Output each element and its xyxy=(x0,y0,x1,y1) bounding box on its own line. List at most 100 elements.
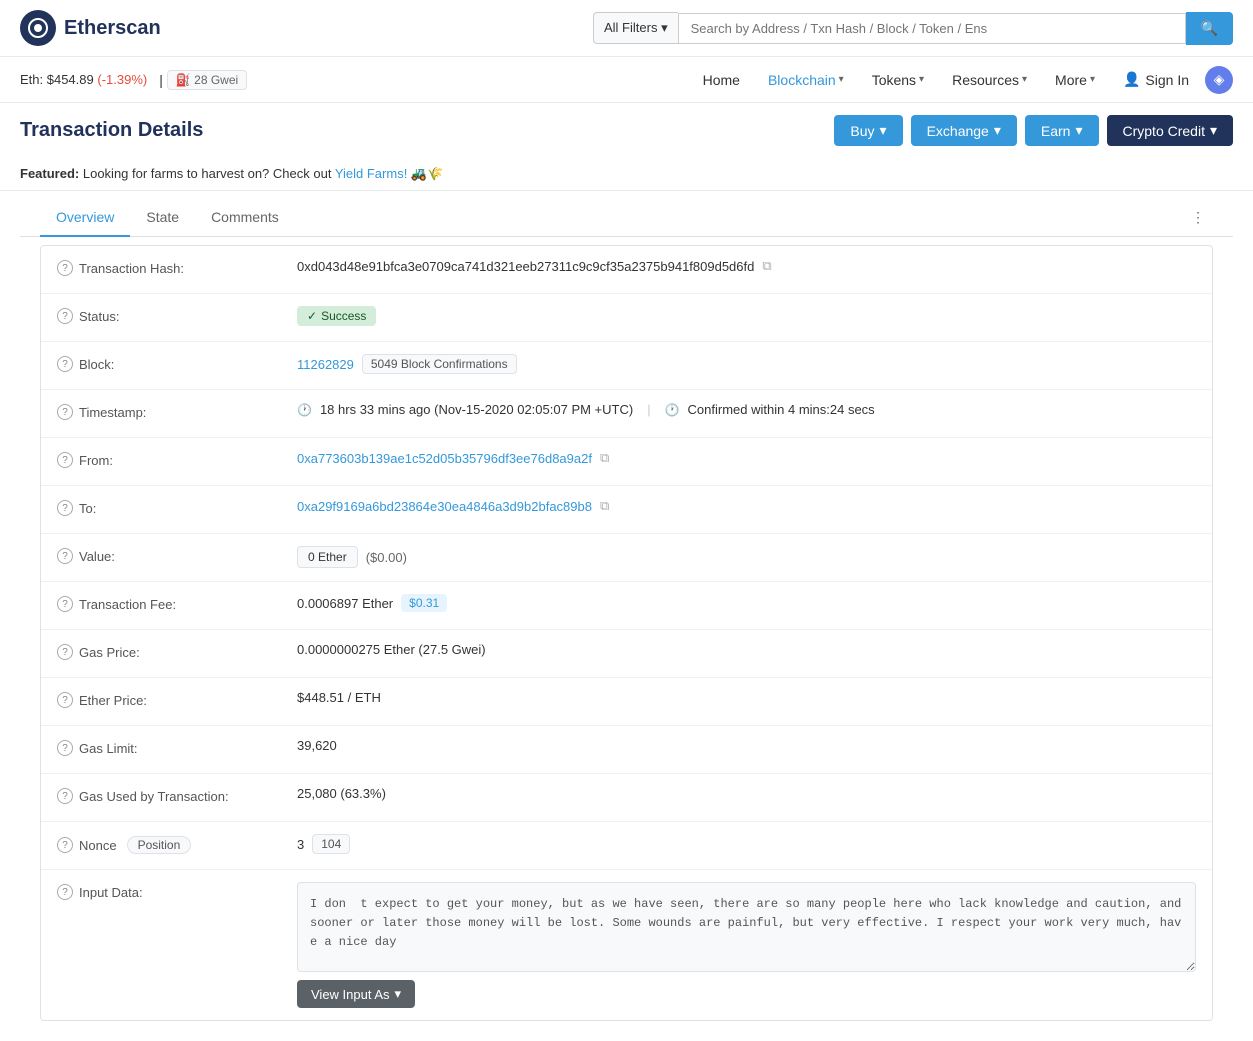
fee-label: ? Transaction Fee: xyxy=(57,594,297,612)
logo-text: Etherscan xyxy=(64,17,161,40)
help-icon-gaslimit[interactable]: ? xyxy=(57,740,73,756)
input-data-textarea[interactable]: I don t expect to get your money, but as… xyxy=(297,882,1196,972)
yield-farms-link[interactable]: Yield Farms! 🚜🌾 xyxy=(335,166,443,181)
nonce-value: 3 104 xyxy=(297,834,1196,854)
help-icon-to[interactable]: ? xyxy=(57,500,73,516)
timestamp-value: 🕐 18 hrs 33 mins ago (Nov-15-2020 02:05:… xyxy=(297,402,1196,417)
status-badge: ✓ Success xyxy=(297,306,376,326)
nav-resources[interactable]: Resources ▾ xyxy=(940,66,1039,94)
status-label: ? Status: xyxy=(57,306,297,324)
from-value: 0xa773603b139ae1c52d05b35796df3ee76d8a9a… xyxy=(297,450,1196,466)
exchange-chevron-icon: ▾ xyxy=(994,122,1001,139)
search-button[interactable]: 🔍 xyxy=(1186,12,1233,45)
page-title: Transaction Details xyxy=(20,119,826,142)
more-chevron-icon: ▾ xyxy=(1090,74,1095,85)
nav-blockchain[interactable]: Blockchain ▾ xyxy=(756,66,856,94)
fee-value: 0.0006897 Ether $0.31 xyxy=(297,594,1196,612)
help-icon-from[interactable]: ? xyxy=(57,452,73,468)
copy-from-icon[interactable]: ⧉ xyxy=(600,450,609,466)
gas-price-label: ? Gas Price: xyxy=(57,642,297,660)
input-data-area: I don t expect to get your money, but as… xyxy=(297,882,1196,1008)
buy-chevron-icon: ▾ xyxy=(880,122,887,139)
tokens-chevron-icon: ▾ xyxy=(919,74,924,85)
fee-usd-badge: $0.31 xyxy=(401,594,447,612)
input-data-content: I don t expect to get your money, but as… xyxy=(297,882,1196,1008)
action-bar: Transaction Details Buy ▾ Exchange ▾ Ear… xyxy=(0,103,1253,158)
ethereum-icon: ◈ xyxy=(1205,66,1233,94)
gas-used-label: ? Gas Used by Transaction: xyxy=(57,786,297,804)
help-icon-gasprice[interactable]: ? xyxy=(57,644,73,660)
buy-button[interactable]: Buy ▾ xyxy=(834,115,902,146)
separator-1: | xyxy=(159,72,163,88)
gas-limit-value: 39,620 xyxy=(297,738,1196,753)
row-fee: ? Transaction Fee: 0.0006897 Ether $0.31 xyxy=(41,582,1212,630)
crypto-credit-chevron-icon: ▾ xyxy=(1210,122,1217,139)
gas-limit-label: ? Gas Limit: xyxy=(57,738,297,756)
block-value: 11262829 5049 Block Confirmations xyxy=(297,354,1196,374)
crypto-credit-button[interactable]: Crypto Credit ▾ xyxy=(1107,115,1234,146)
row-input-data: ? Input Data: I don t expect to get your… xyxy=(41,870,1212,1020)
copy-to-icon[interactable]: ⧉ xyxy=(600,498,609,514)
header-nav: Eth: $454.89 (-1.39%) | ⛽ 28 Gwei Home B… xyxy=(0,57,1253,103)
nav-home[interactable]: Home xyxy=(691,66,752,94)
blockchain-chevron-icon: ▾ xyxy=(839,74,844,85)
tab-state[interactable]: State xyxy=(130,199,195,237)
earn-button[interactable]: Earn ▾ xyxy=(1025,115,1099,146)
logo-area[interactable]: Etherscan xyxy=(20,10,180,46)
row-gas-used: ? Gas Used by Transaction: 25,080 (63.3%… xyxy=(41,774,1212,822)
sign-in-button[interactable]: 👤 Sign In xyxy=(1111,65,1201,94)
confirmations-badge: 5049 Block Confirmations xyxy=(362,354,517,374)
row-block: ? Block: 11262829 5049 Block Confirmatio… xyxy=(41,342,1212,390)
exchange-button[interactable]: Exchange ▾ xyxy=(911,115,1017,146)
nonce-position-value: 104 xyxy=(312,834,350,854)
help-icon-block[interactable]: ? xyxy=(57,356,73,372)
filter-dropdown[interactable]: All Filters ▾ xyxy=(593,12,678,44)
row-gas-price: ? Gas Price: 0.0000000275 Ether (27.5 Gw… xyxy=(41,630,1212,678)
help-icon-etherprice[interactable]: ? xyxy=(57,692,73,708)
row-gas-limit: ? Gas Limit: 39,620 xyxy=(41,726,1212,774)
help-icon-value[interactable]: ? xyxy=(57,548,73,564)
row-value: ? Value: 0 Ether ($0.00) xyxy=(41,534,1212,582)
chevron-down-icon: ▾ xyxy=(661,20,668,35)
row-status: ? Status: ✓ Success xyxy=(41,294,1212,342)
help-icon-timestamp[interactable]: ? xyxy=(57,404,73,420)
view-input-chevron-icon: ▾ xyxy=(395,986,402,1002)
row-to: ? To: 0xa29f9169a6bd23864e30ea4846a3d9b2… xyxy=(41,486,1212,534)
from-label: ? From: xyxy=(57,450,297,468)
help-icon-inputdata[interactable]: ? xyxy=(57,884,73,900)
tabs-row: Overview State Comments ⋮ xyxy=(20,199,1233,237)
row-nonce: ? Nonce Position 3 104 xyxy=(41,822,1212,870)
block-number-link[interactable]: 11262829 xyxy=(297,357,354,372)
gas-price-value: 0.0000000275 Ether (27.5 Gwei) xyxy=(297,642,1196,657)
tab-more-icon[interactable]: ⋮ xyxy=(1183,199,1213,236)
help-icon-fee[interactable]: ? xyxy=(57,596,73,612)
value-label: ? Value: xyxy=(57,546,297,564)
ether-price-label: ? Ether Price: xyxy=(57,690,297,708)
nav-more[interactable]: More ▾ xyxy=(1043,66,1107,94)
nav-tokens[interactable]: Tokens ▾ xyxy=(860,66,936,94)
copy-txhash-icon[interactable]: ⧉ xyxy=(762,258,771,274)
to-address-link[interactable]: 0xa29f9169a6bd23864e30ea4846a3d9b2bfac89… xyxy=(297,499,592,514)
from-address-link[interactable]: 0xa773603b139ae1c52d05b35796df3ee76d8a9a… xyxy=(297,451,592,466)
row-tx-hash: ? Transaction Hash: 0xd043d48e91bfca3e07… xyxy=(41,246,1212,294)
to-value: 0xa29f9169a6bd23864e30ea4846a3d9b2bfac89… xyxy=(297,498,1196,514)
help-icon-nonce[interactable]: ? xyxy=(57,837,73,853)
logo-icon xyxy=(20,10,56,46)
clock-icon: 🕐 xyxy=(297,403,312,417)
featured-banner: Featured: Looking for farms to harvest o… xyxy=(0,158,1253,191)
tab-comments[interactable]: Comments xyxy=(195,199,295,237)
tab-overview[interactable]: Overview xyxy=(40,199,130,237)
ether-price-value: $448.51 / ETH xyxy=(297,690,1196,705)
tx-hash-label: ? Transaction Hash: xyxy=(57,258,297,276)
help-icon-gasused[interactable]: ? xyxy=(57,788,73,804)
header-top: Etherscan All Filters ▾ 🔍 xyxy=(0,0,1253,57)
help-icon-txhash[interactable]: ? xyxy=(57,260,73,276)
eth-price: Eth: $454.89 (-1.39%) xyxy=(20,72,147,87)
value-ether-badge: 0 Ether xyxy=(297,546,358,568)
value-content: 0 Ether ($0.00) xyxy=(297,546,1196,568)
search-input[interactable] xyxy=(678,13,1186,44)
user-icon: 👤 xyxy=(1123,71,1140,88)
status-value: ✓ Success xyxy=(297,306,1196,326)
view-input-button[interactable]: View Input As ▾ xyxy=(297,980,415,1008)
help-icon-status[interactable]: ? xyxy=(57,308,73,324)
